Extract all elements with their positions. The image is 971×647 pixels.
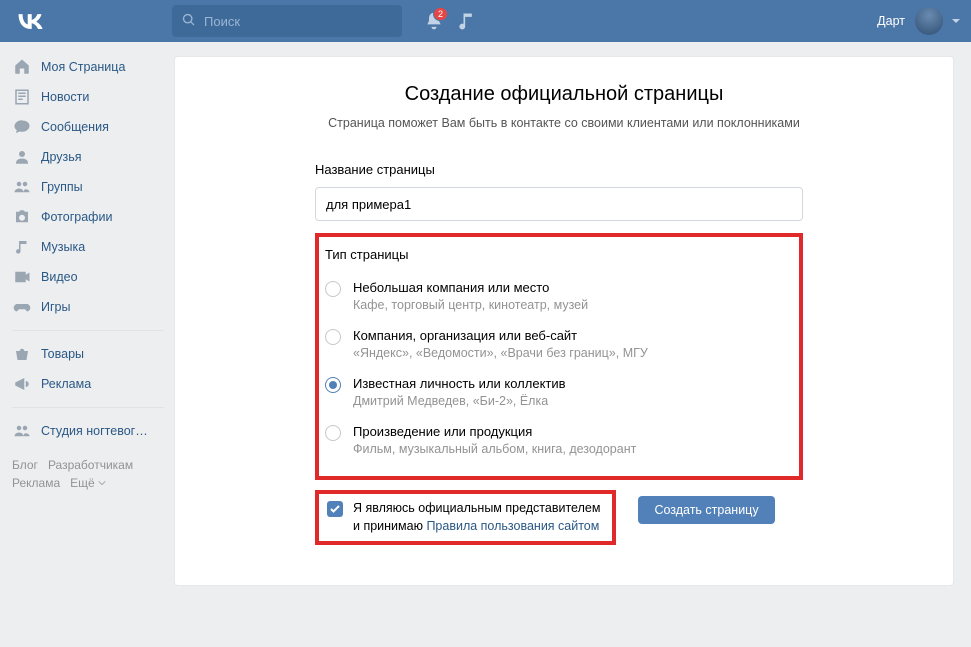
agree-text: Я являюсь официальным представителем и п… [353,500,600,535]
home-icon [12,57,32,77]
create-page-button[interactable]: Создать страницу [638,496,774,524]
photos-icon [12,207,32,227]
music-icon[interactable] [450,5,482,37]
ads-icon [12,374,32,394]
search-icon [182,13,196,30]
page-type-option-1[interactable]: Компания, организация или веб-сайт «Яндек… [325,322,793,370]
type-label: Тип страницы [325,247,793,262]
sidebar-item-label: Группы [41,180,83,194]
sidebar-item-friends[interactable]: Друзья [0,142,164,172]
footer-dev[interactable]: Разработчикам [48,458,133,472]
search-input[interactable] [204,14,392,29]
radio-icon [325,281,341,297]
user-menu[interactable]: Дарт [877,7,961,35]
market-icon [12,344,32,364]
main-panel: Создание официальной страницы Страница п… [174,56,954,586]
sidebar-item-games[interactable]: Игры [0,292,164,322]
option-desc: Кафе, торговый центр, кинотеатр, музей [353,298,588,312]
sidebar-item-label: Музыка [41,240,85,254]
radio-icon [325,425,341,441]
notifications-icon[interactable]: 2 [418,5,450,37]
sidebar-item-ads[interactable]: Реклама [0,369,164,399]
radio-icon [325,329,341,345]
page-title: Создание официальной страницы [175,57,953,116]
sidebar-item-market[interactable]: Товары [0,339,164,369]
header: 2 Дарт [0,0,971,42]
avatar [915,7,943,35]
option-desc: «Яндекс», «Ведомости», «Врачи без границ… [353,346,648,360]
sidebar-item-label: Сообщения [41,120,109,134]
groups-icon [12,177,32,197]
footer-blog[interactable]: Блог [12,458,38,472]
page-type-option-3[interactable]: Произведение или продукция Фильм, музыкал… [325,418,793,466]
sidebar-item-label: Игры [41,300,70,314]
page-subtitle: Страница поможет Вам быть в контакте со … [175,116,953,142]
option-desc: Фильм, музыкальный альбом, книга, дезодо… [353,442,636,456]
sidebar: Моя Страница Новости Сообщения Друзья Группы… [0,42,164,586]
check-icon [330,504,340,514]
sidebar-item-label: Моя Страница [41,60,125,74]
option-title: Небольшая компания или место [353,280,588,295]
notification-badge: 2 [433,7,448,21]
search-box[interactable] [172,5,402,37]
agree-checkbox[interactable] [327,501,343,517]
news-icon [12,87,32,107]
games-icon [12,297,32,317]
sidebar-item-music[interactable]: Музыка [0,232,164,262]
sidebar-item-messages[interactable]: Сообщения [0,112,164,142]
page-type-option-2[interactable]: Известная личность или коллектив Дмитрий … [325,370,793,418]
type-highlight-box: Тип страницы Небольшая компания или мест… [315,233,803,480]
sidebar-item-studio[interactable]: Студия ногтевог… [0,416,164,446]
sidebar-item-label: Студия ногтевог… [41,424,148,438]
footer-more[interactable]: Ещё [70,476,106,490]
option-title: Известная личность или коллектив [353,376,566,391]
sidebar-item-label: Товары [41,347,84,361]
sidebar-item-home[interactable]: Моя Страница [0,52,164,82]
radio-icon [325,377,341,393]
option-title: Произведение или продукция [353,424,636,439]
footer-ads[interactable]: Реклама [12,476,60,490]
page-type-option-0[interactable]: Небольшая компания или место Кафе, торгов… [325,274,793,322]
sidebar-item-label: Видео [41,270,78,284]
sidebar-item-photos[interactable]: Фотографии [0,202,164,232]
name-label: Название страницы [315,162,803,177]
option-desc: Дмитрий Медведев, «Би-2», Ёлка [353,394,566,408]
sidebar-item-label: Реклама [41,377,91,391]
sidebar-item-groups[interactable]: Группы [0,172,164,202]
option-title: Компания, организация или веб-сайт [353,328,648,343]
music-icon [12,237,32,257]
footer-links: Блог Разработчикам Реклама Ещё [0,446,164,490]
messages-icon [12,117,32,137]
studio-icon [12,421,32,441]
terms-link[interactable]: Правила пользования сайтом [426,519,599,533]
video-icon [12,267,32,287]
sidebar-item-label: Новости [41,90,89,104]
username-label: Дарт [877,14,905,28]
friends-icon [12,147,32,167]
sidebar-item-label: Друзья [41,150,82,164]
vk-logo[interactable] [16,7,44,35]
sidebar-item-label: Фотографии [41,210,112,224]
chevron-down-icon [951,16,961,26]
sidebar-item-news[interactable]: Новости [0,82,164,112]
agree-highlight-box: Я являюсь официальным представителем и п… [315,490,616,545]
sidebar-item-video[interactable]: Видео [0,262,164,292]
page-name-input[interactable] [315,187,803,221]
